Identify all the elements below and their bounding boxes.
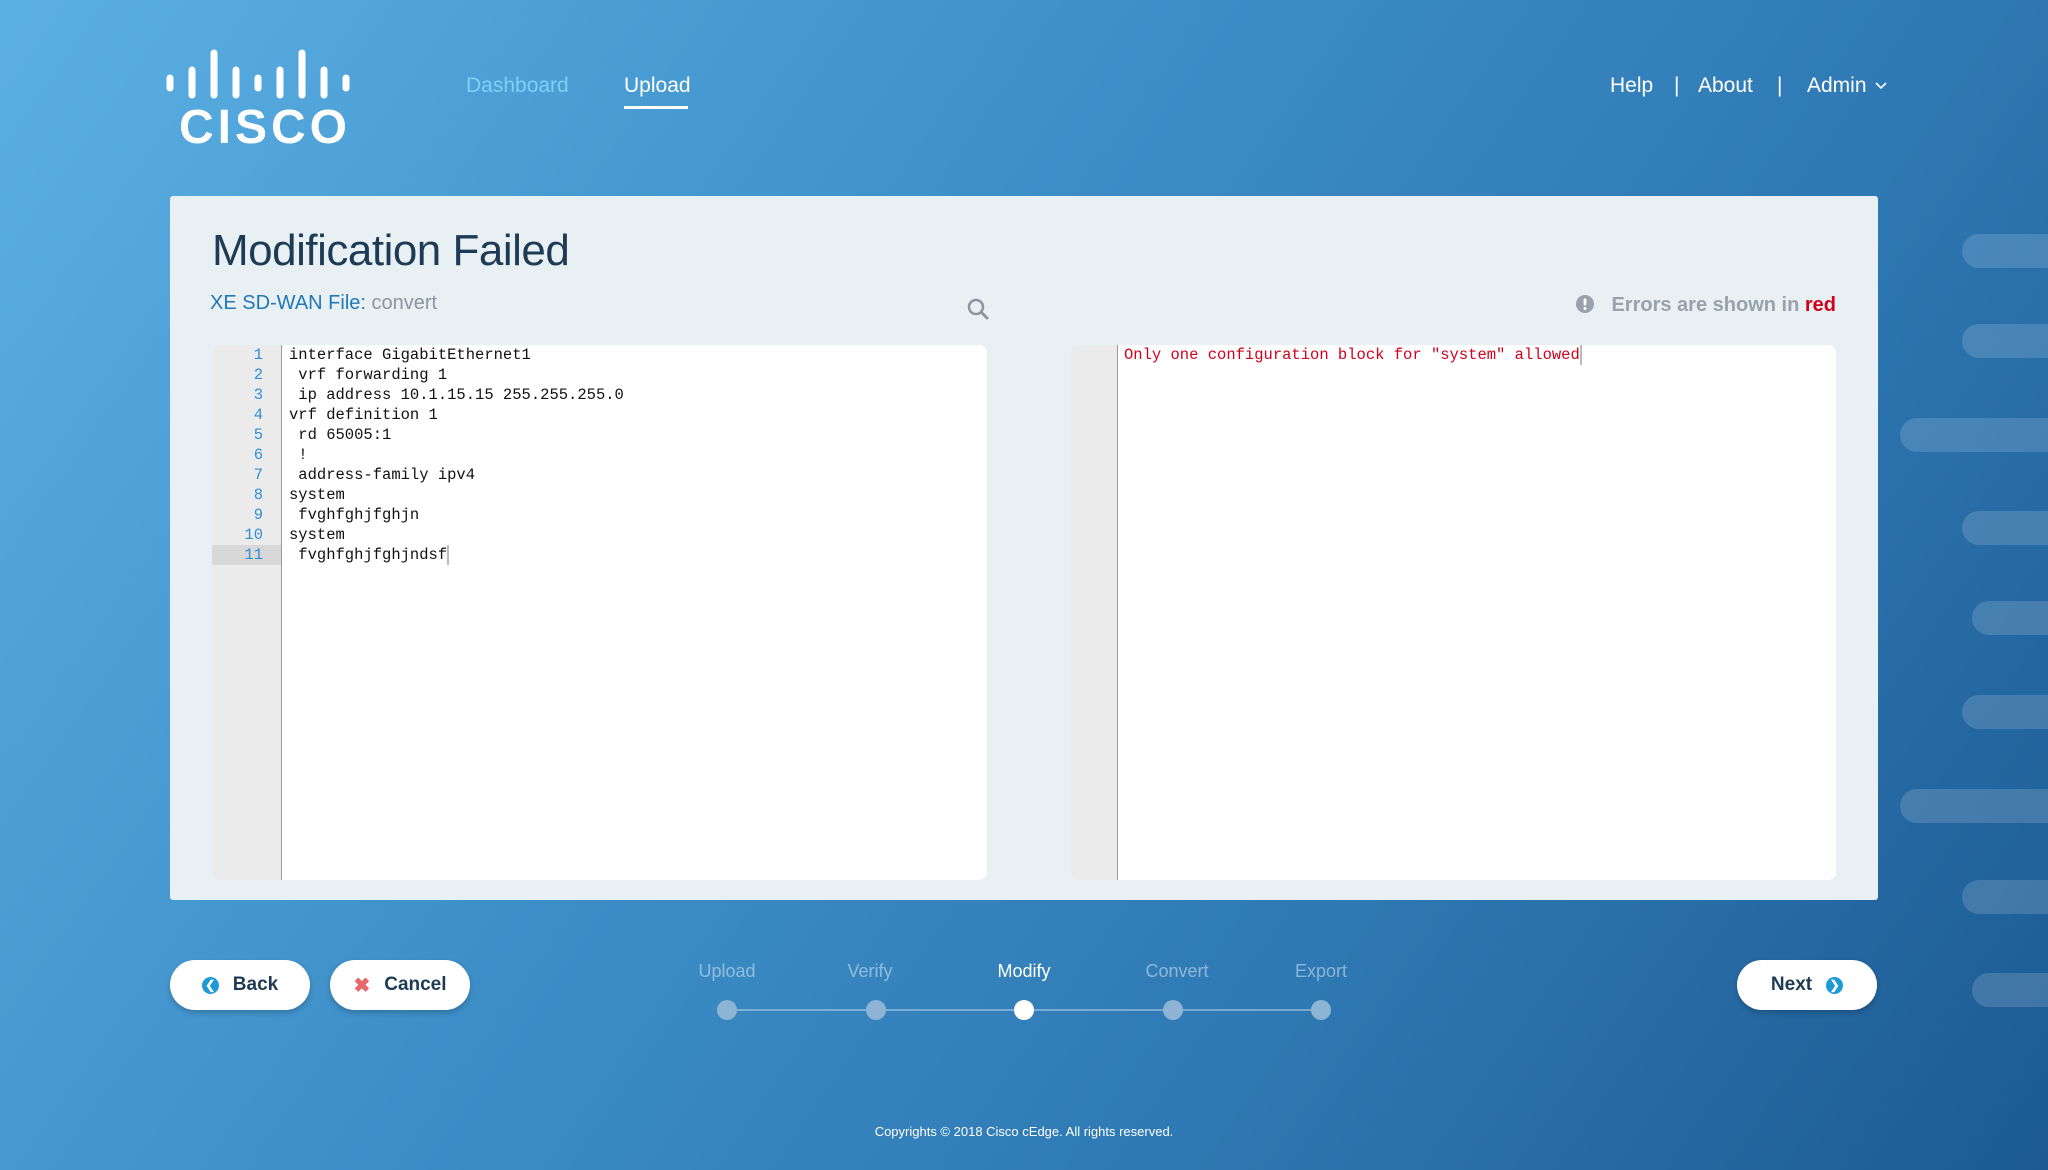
file-info: XE SD-WAN File: convert [210, 292, 437, 315]
line-number: 1 [253, 346, 263, 364]
search-icon[interactable] [966, 297, 990, 321]
decorative-pill [1900, 789, 2048, 823]
admin-label: Admin [1807, 74, 1867, 97]
line-number: 9 [253, 506, 263, 524]
code-line[interactable]: fvghfghjfghjndsf [289, 545, 450, 565]
close-icon: ✖ [353, 974, 371, 997]
error-legend: Errors are shown in red [1575, 294, 1836, 317]
legend-red: red [1804, 294, 1836, 316]
back-button[interactable]: ❮ Back [170, 960, 310, 1010]
code-line[interactable]: fvghfghjfghjn [289, 505, 419, 525]
code-line[interactable]: interface GigabitEthernet1 [289, 345, 531, 365]
admin-menu[interactable]: Admin [1807, 74, 1887, 98]
line-number: 10 [244, 526, 263, 544]
step-convert-label: Convert [1145, 961, 1209, 981]
decorative-pill [1962, 234, 2048, 268]
error-output-editor[interactable]: Only one configuration block for "system… [1071, 345, 1836, 880]
exclamation-icon [1575, 295, 1594, 313]
decorative-pill [1962, 511, 2048, 545]
step-convert-dot [1163, 1000, 1183, 1020]
back-label: Back [232, 974, 279, 995]
code-line[interactable]: vrf definition 1 [289, 405, 438, 425]
file-name: convert [371, 292, 438, 314]
decorative-pill [1972, 601, 2048, 635]
code-line[interactable]: ! [289, 445, 307, 465]
line-number: 11 [244, 546, 263, 564]
nav-upload[interactable]: Upload [624, 74, 691, 98]
line-gutter: 1 2 3 4 5 6 7 8 9 10 11 [212, 345, 282, 880]
footer-copyright: Copyrights © 2018 Cisco cEdge. All right… [874, 1124, 1174, 1139]
step-modify-label: Modify [997, 961, 1051, 981]
line-number: 7 [253, 466, 263, 484]
step-upload-dot [717, 1000, 737, 1020]
decorative-pill [1962, 324, 2048, 358]
chevron-right-icon: ❯ [1826, 976, 1844, 994]
page-title: Modification Failed [212, 226, 570, 275]
chevron-left-icon: ❮ [201, 976, 219, 994]
decorative-pill [1962, 695, 2048, 729]
step-export-label: Export [1294, 961, 1348, 981]
code-line[interactable]: system [289, 525, 345, 545]
cisco-logo[interactable]: cisco [165, 48, 350, 154]
step-modify-dot [1014, 1000, 1034, 1020]
separator: | [1777, 74, 1783, 97]
code-line[interactable]: system [289, 485, 345, 505]
nav-dashboard[interactable]: Dashboard [466, 74, 569, 98]
line-number: 5 [253, 426, 263, 444]
decorative-pill [1962, 880, 2048, 914]
code-line[interactable]: rd 65005:1 [289, 425, 391, 445]
code-line[interactable]: ip address 10.1.15.15 255.255.255.0 [289, 385, 624, 405]
decorative-pill [1972, 973, 2048, 1007]
chevron-down-icon [1875, 82, 1887, 90]
decorative-pill [1900, 418, 2048, 452]
step-verify-dot [866, 1000, 886, 1020]
separator: | [1674, 74, 1680, 97]
file-label: XE SD-WAN File: [210, 292, 366, 314]
cancel-button[interactable]: ✖ Cancel [330, 960, 470, 1010]
line-number: 2 [253, 366, 263, 384]
step-verify-label: Verify [847, 961, 893, 981]
source-editor[interactable]: 1 2 3 4 5 6 7 8 9 10 11 interface Gigabi… [212, 345, 987, 880]
modification-card: Modification Failed XE SD-WAN File: conv… [170, 196, 1878, 900]
line-number: 3 [253, 386, 263, 404]
code-line[interactable]: address-family ipv4 [289, 465, 475, 485]
step-upload-label: Upload [698, 961, 756, 981]
active-nav-underline [624, 106, 688, 109]
line-gutter [1071, 345, 1118, 880]
line-number: 8 [253, 486, 263, 504]
line-number: 4 [253, 406, 263, 424]
legend-text: Errors are shown in [1611, 294, 1800, 316]
next-button[interactable]: Next ❯ [1737, 960, 1877, 1010]
logo-wordmark: cisco [179, 101, 352, 154]
line-number: 6 [253, 446, 263, 464]
help-link[interactable]: Help [1610, 74, 1653, 98]
cancel-label: Cancel [384, 974, 447, 995]
step-export-dot [1311, 1000, 1331, 1020]
next-label: Next [1770, 974, 1813, 995]
about-link[interactable]: About [1698, 74, 1753, 98]
code-line[interactable]: vrf forwarding 1 [289, 365, 447, 385]
error-message: Only one configuration block for "system… [1124, 345, 1582, 365]
